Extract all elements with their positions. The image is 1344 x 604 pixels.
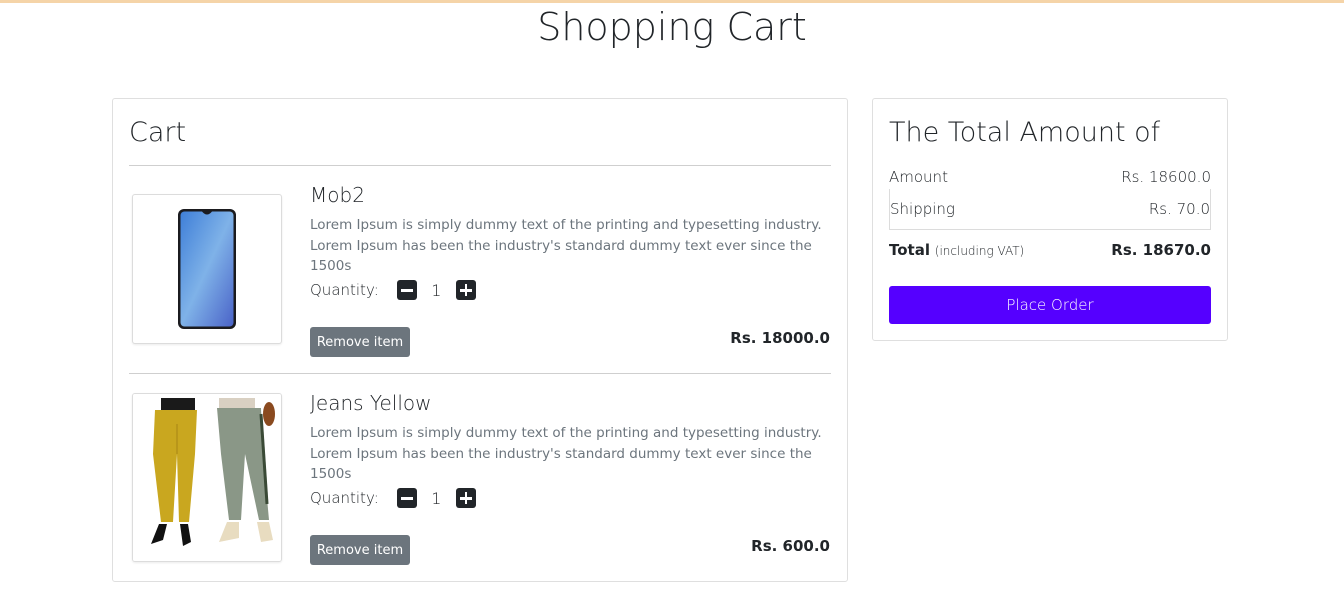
total-value: Rs. 18670.0: [1111, 241, 1211, 259]
shipping-value: Rs. 70.0: [1148, 200, 1210, 218]
quantity-row: Quantity: 1: [310, 486, 476, 510]
remove-item-button[interactable]: Remove item: [310, 535, 410, 565]
product-image-smartphone: [132, 194, 282, 344]
total-note: (including VAT): [934, 244, 1025, 258]
cart-divider: [129, 165, 831, 166]
quantity-label: Quantity:: [310, 281, 379, 299]
decrease-quantity-button[interactable]: [396, 280, 417, 300]
summary-heading: The Total Amount of: [889, 117, 1161, 148]
quantity-value: 1: [431, 488, 442, 508]
product-image-jeans: [132, 393, 282, 562]
item-name: Jeans Yellow: [310, 391, 432, 415]
order-summary-card: The Total Amount of Amount Rs. 18600.0 S…: [872, 98, 1228, 341]
shipping-label: Shipping: [890, 200, 955, 218]
increase-quantity-button[interactable]: [455, 488, 476, 508]
cart-heading: Cart: [129, 117, 187, 148]
amount-row: Amount Rs. 18600.0: [889, 168, 1211, 186]
shipping-row: Shipping Rs. 70.0: [889, 200, 1211, 218]
quantity-label: Quantity:: [310, 489, 379, 507]
item-description: Lorem Ipsum is simply dummy text of the …: [310, 217, 822, 274]
increase-quantity-button[interactable]: [455, 280, 476, 300]
total-row: Total (including VAT) Rs. 18670.0: [889, 241, 1211, 259]
cart-card: Cart Mob2 Lorem Ipsum is simply dummy te…: [112, 98, 848, 582]
decrease-quantity-button[interactable]: [396, 488, 417, 508]
page-title: Shopping Cart: [537, 5, 807, 49]
remove-item-button[interactable]: Remove item: [310, 327, 410, 357]
place-order-button[interactable]: Place Order: [889, 286, 1211, 324]
quantity-row: Quantity: 1: [310, 278, 476, 302]
total-label: Total: [889, 241, 930, 259]
top-border: [0, 0, 1344, 3]
item-price: Rs. 600.0: [751, 537, 830, 555]
item-description: Lorem Ipsum is simply dummy text of the …: [310, 425, 822, 482]
amount-value: Rs. 18600.0: [1121, 168, 1211, 186]
amount-label: Amount: [889, 168, 948, 186]
quantity-value: 1: [431, 280, 442, 300]
item-price: Rs. 18000.0: [730, 329, 830, 347]
item-name: Mob2: [310, 183, 365, 207]
item-divider: [129, 373, 831, 374]
